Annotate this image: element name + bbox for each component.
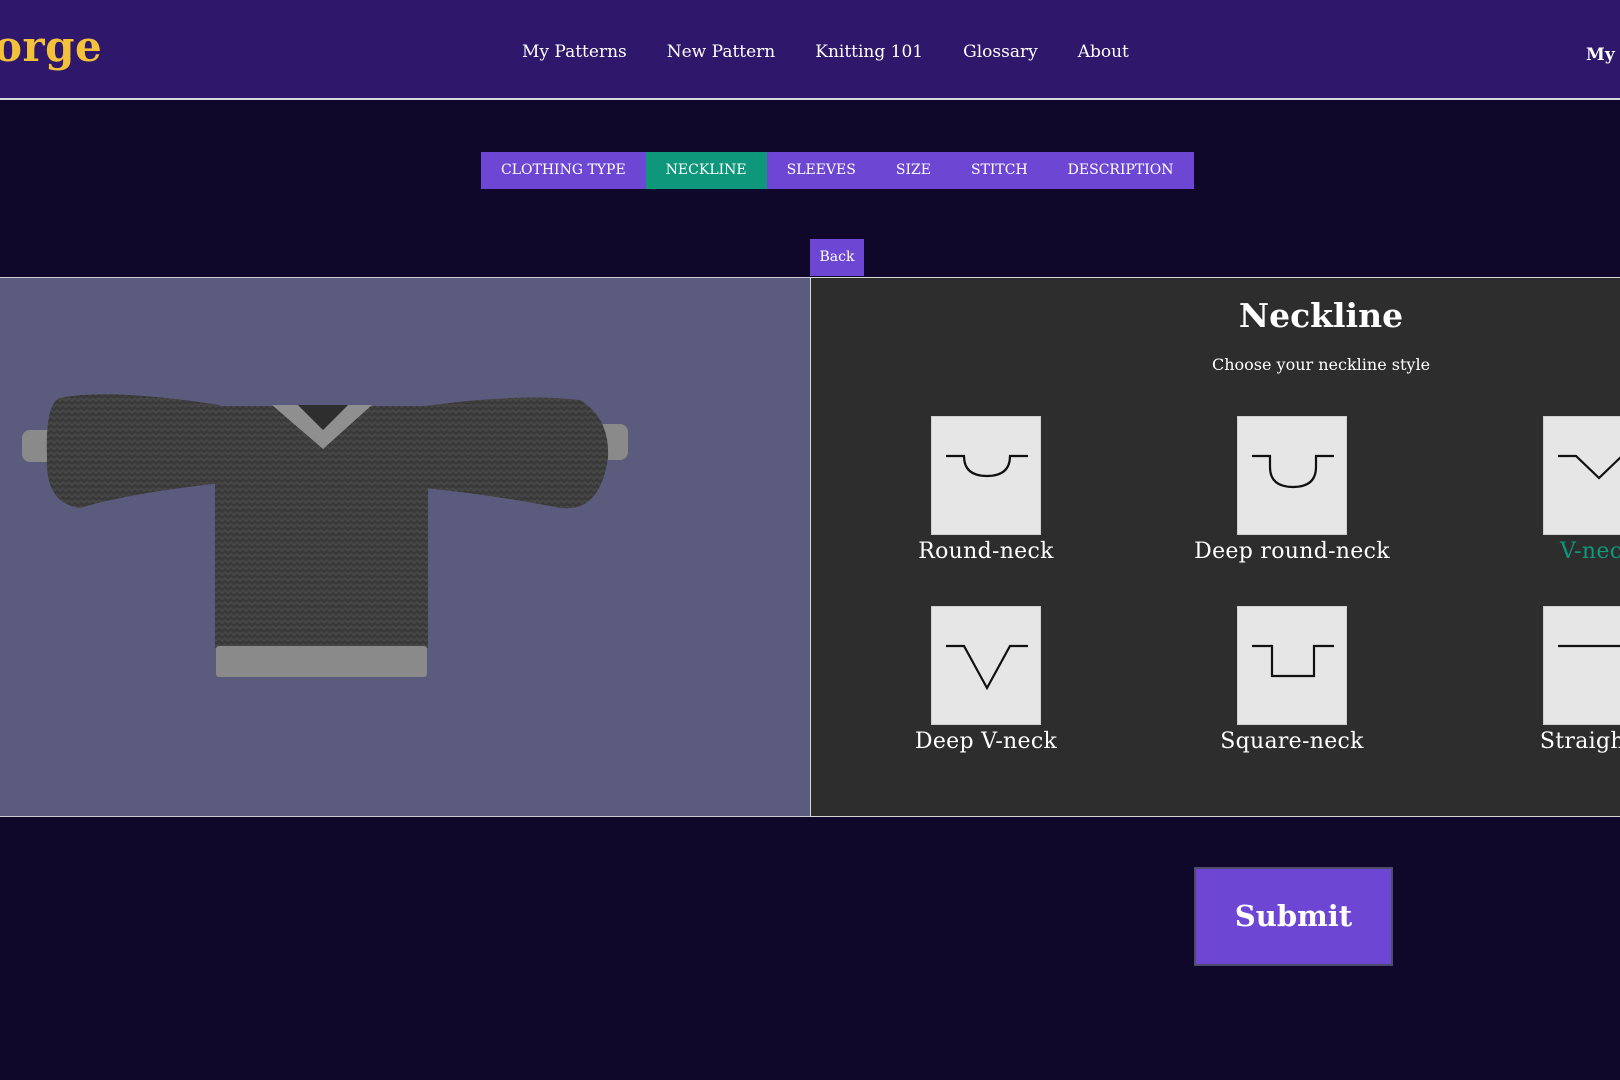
main-nav: My Patterns New Pattern Knitting 101 Glo… (522, 42, 1169, 62)
step-tabs: Clothing Type Neckline Sleeves Size Stit… (481, 152, 1194, 189)
deep-v-neck-icon (931, 606, 1041, 725)
tab-clothing-type[interactable]: Clothing Type (481, 152, 646, 189)
top-navbar: orge My Patterns New Pattern Knitting 10… (0, 0, 1620, 100)
nav-knitting-101[interactable]: Knitting 101 (815, 42, 923, 62)
v-neck-icon (1543, 416, 1620, 535)
tab-neckline[interactable]: Neckline (645, 152, 767, 189)
nav-my-patterns[interactable]: My Patterns (522, 42, 627, 62)
option-straight-neck[interactable]: Straight-n (1468, 606, 1620, 754)
submit-button[interactable]: Submit (1194, 867, 1393, 966)
option-label: Deep V-neck (914, 729, 1058, 754)
option-square-neck[interactable]: Square-neck (1162, 606, 1422, 754)
nav-glossary[interactable]: Glossary (963, 42, 1038, 62)
option-label: Square-neck (1220, 729, 1364, 754)
option-label: V-neck (1560, 539, 1620, 564)
nav-about[interactable]: About (1078, 42, 1129, 62)
round-neck-icon (931, 416, 1041, 535)
sweater-3d-preview[interactable] (0, 277, 810, 817)
option-label: Straight-n (1539, 729, 1620, 754)
option-deep-round-neck[interactable]: Deep round-neck (1162, 416, 1422, 564)
tab-description[interactable]: Description (1048, 152, 1194, 189)
option-label: Round-neck (918, 539, 1054, 564)
nav-new-pattern[interactable]: New Pattern (667, 42, 776, 62)
deep-round-neck-icon (1237, 416, 1347, 535)
account-link[interactable]: My A (1586, 45, 1620, 65)
option-deep-v-neck[interactable]: Deep V-neck (856, 606, 1116, 754)
sweater-model-image (22, 394, 628, 677)
square-neck-icon (1237, 606, 1347, 725)
panel-title: Neckline (1238, 296, 1404, 335)
tab-size[interactable]: Size (876, 152, 951, 189)
neckline-panel: Neckline Choose your neckline style Roun… (810, 277, 1620, 817)
straight-neck-icon (1543, 606, 1620, 725)
tab-sleeves[interactable]: Sleeves (767, 152, 876, 189)
back-button[interactable]: Back (810, 239, 864, 276)
tab-stitch[interactable]: Stitch (951, 152, 1048, 189)
panel-subtitle: Choose your neckline style (1211, 355, 1431, 374)
option-v-neck[interactable]: V-neck (1468, 416, 1620, 564)
option-round-neck[interactable]: Round-neck (856, 416, 1116, 564)
option-label: Deep round-neck (1194, 539, 1390, 564)
site-logo[interactable]: orge (0, 22, 102, 71)
